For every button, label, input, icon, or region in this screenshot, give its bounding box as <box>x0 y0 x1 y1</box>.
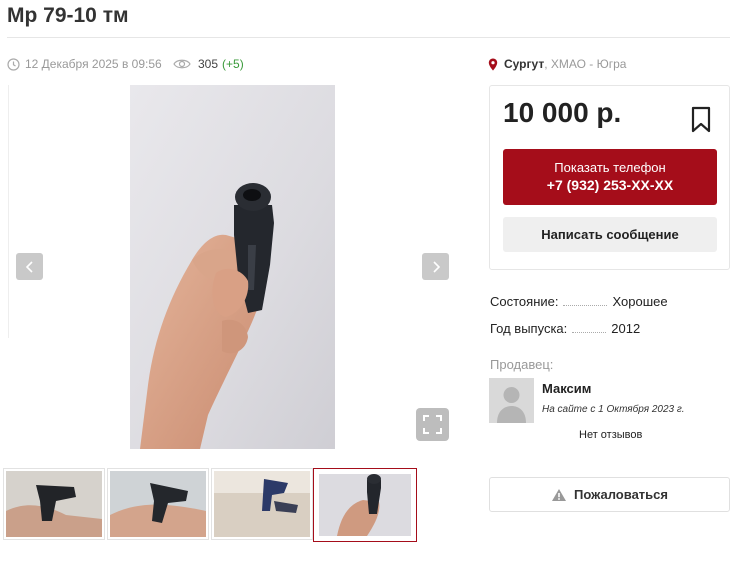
spec-key: Состояние: <box>490 294 559 309</box>
gallery-thumbnail-active[interactable] <box>313 468 417 542</box>
clock-icon <box>7 57 20 71</box>
spec-value: 2012 <box>611 321 641 336</box>
previous-photo-button[interactable] <box>16 253 43 280</box>
eye-icon <box>173 59 191 69</box>
gallery-thumbnail[interactable] <box>107 468 209 540</box>
spec-leader <box>563 304 608 306</box>
spec-key: Год выпуска: <box>490 321 568 336</box>
write-message-label: Написать сообщение <box>541 227 679 242</box>
title-divider <box>7 37 730 38</box>
spec-leader <box>572 331 607 333</box>
show-phone-button[interactable]: Показать телефон +7 (932) 253-XX-XX <box>503 149 717 205</box>
page-title: Мр 79-10 тм <box>7 4 129 27</box>
views-increase: (+5) <box>222 57 244 71</box>
avatar-placeholder-icon <box>489 378 534 423</box>
chevron-left-icon <box>25 260 33 273</box>
views-count: 305 <box>198 57 219 71</box>
main-photo[interactable] <box>130 85 335 449</box>
report-button[interactable]: Пожаловаться <box>489 477 730 512</box>
avatar[interactable] <box>489 378 534 423</box>
fullscreen-icon <box>423 415 442 434</box>
warning-icon <box>552 488 566 501</box>
spec-row-condition: Состояние: Хорошее <box>490 294 730 309</box>
location: Сургут , ХМАО - Югра <box>488 57 626 71</box>
gallery-edge <box>8 85 9 338</box>
seller-reviews[interactable]: Нет отзывов <box>579 429 642 441</box>
show-phone-label: Показать телефон <box>554 160 666 175</box>
location-city[interactable]: Сургут <box>504 57 544 71</box>
seller-heading: Продавец: <box>490 357 554 372</box>
seller-member-since: На сайте с 1 Октября 2023 г. <box>542 404 685 415</box>
next-photo-button[interactable] <box>422 253 449 280</box>
seller-name[interactable]: Максим <box>542 381 591 396</box>
spec-row-year: Год выпуска: 2012 <box>490 321 730 336</box>
gallery-thumbnail[interactable] <box>3 468 105 540</box>
map-pin-icon <box>488 58 498 70</box>
fullscreen-button[interactable] <box>416 408 449 441</box>
spec-value: Хорошее <box>612 294 668 309</box>
gallery-thumbnail[interactable] <box>211 468 313 540</box>
date-text: 12 Декабря 2025 в 09:56 <box>25 57 162 71</box>
publish-date: 12 Декабря 2025 в 09:56 <box>7 57 162 71</box>
bookmark-button[interactable] <box>688 106 714 138</box>
bookmark-icon <box>691 106 711 133</box>
write-message-button[interactable]: Написать сообщение <box>503 217 717 252</box>
price: 10 000 р. <box>503 97 622 128</box>
phone-number: +7 (932) 253-XX-XX <box>546 177 674 193</box>
chevron-right-icon <box>432 260 440 273</box>
views-counter: 305 (+5) <box>173 57 244 71</box>
report-label: Пожаловаться <box>574 487 668 502</box>
location-region: , ХМАО - Югра <box>544 57 627 71</box>
